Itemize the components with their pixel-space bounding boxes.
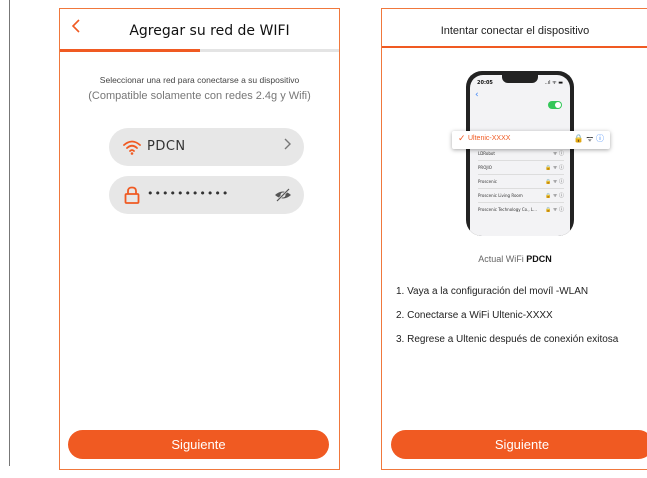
divider (478, 174, 564, 175)
wifi-info-icon: ᯤ ⓘ (552, 151, 564, 157)
network-row: PROJIO 🔒 ᯤ ⓘ (478, 165, 564, 171)
title-underline (382, 46, 647, 48)
highlighted-network-name: Ultenic-XXXX (468, 135, 511, 142)
instruction-step-3: 3. Regrese a Ultenic después de conexión… (396, 334, 619, 345)
page-title: Agregar su red de WIFI (129, 23, 290, 39)
wifi-icon (122, 137, 142, 157)
network-row: Proscenic 🔒 ᯤ ⓘ (478, 179, 564, 185)
phone-illustration: 20:05 ..ıl ᯤ ▬ ‹ REDES LDRobot ᯤ ⓘ PROJI… (466, 71, 574, 236)
lock-wifi-info-icon: 🔒 ᯤ ⓘ (545, 165, 564, 171)
wifi-network-name: PDCN (147, 139, 186, 154)
phone-status-icons: ..ıl ᯤ ▬ (544, 80, 563, 86)
divider (478, 160, 564, 161)
checkmark-icon: ✓ (458, 134, 466, 144)
current-wifi: Actual WiFi PDCN (382, 254, 647, 264)
progress-fill (60, 49, 200, 52)
selected-network-callout: ✓ Ultenic-XXXX 🔒 ᯤ ⓘ (452, 131, 610, 149)
eye-off-icon[interactable] (274, 187, 292, 203)
next-button[interactable]: Siguiente (68, 430, 329, 459)
add-wifi-screen: Agregar su red de WIFI Seleccionar una r… (59, 8, 340, 470)
lock-icon (122, 185, 142, 205)
wifi-password-field[interactable]: ••••••••••• (109, 176, 304, 214)
divider (478, 188, 564, 189)
network-row: Proscenic Technology Co., L... 🔒 ᯤ ⓘ (478, 207, 564, 213)
network-row: LDRobot ᯤ ⓘ (478, 151, 564, 157)
lock-wifi-info-icon: 🔒 ᯤ ⓘ (545, 193, 564, 199)
chevron-left-icon: ‹ (475, 90, 479, 100)
next-button[interactable]: Siguiente (391, 430, 647, 459)
phone-screen: 20:05 ..ıl ᯤ ▬ ‹ REDES LDRobot ᯤ ⓘ PROJI… (470, 75, 570, 236)
lock-wifi-info-icon: 🔒 ᯤ ⓘ (573, 134, 604, 143)
divider (478, 202, 564, 203)
connect-device-screen: Intentar conectar el dispositivo 20:05 .… (381, 8, 647, 470)
current-wifi-value: PDCN (526, 254, 552, 264)
phone-time: 20:05 (477, 80, 493, 86)
lock-wifi-info-icon: 🔒 ᯤ ⓘ (545, 207, 564, 213)
wifi-network-selector[interactable]: PDCN (109, 128, 304, 166)
chevron-right-icon (282, 137, 292, 155)
instruction-step-2: 2. Conectarse a WiFi Ultenic-XXXX (396, 310, 553, 321)
left-divider (9, 0, 10, 466)
progress-bar (60, 49, 339, 52)
instruction-text: Seleccionar una red para conectarse a su… (99, 75, 300, 85)
network-row: Proscenic Living Room 🔒 ᯤ ⓘ (478, 193, 564, 199)
lock-wifi-info-icon: 🔒 ᯤ ⓘ (545, 179, 564, 185)
compatibility-note: (Compatible solamente con redes 2.4g y W… (88, 90, 311, 102)
instruction-step-1: 1. Vaya a la configuración del movíl -WL… (396, 286, 589, 297)
page-title: Intentar conectar el dispositivo (440, 25, 590, 37)
current-wifi-label: Actual WiFi (478, 254, 524, 264)
wifi-toggle (548, 101, 562, 109)
phone-notch (502, 75, 538, 83)
password-value: ••••••••••• (147, 187, 230, 200)
header: Agregar su red de WIFI (60, 9, 339, 51)
